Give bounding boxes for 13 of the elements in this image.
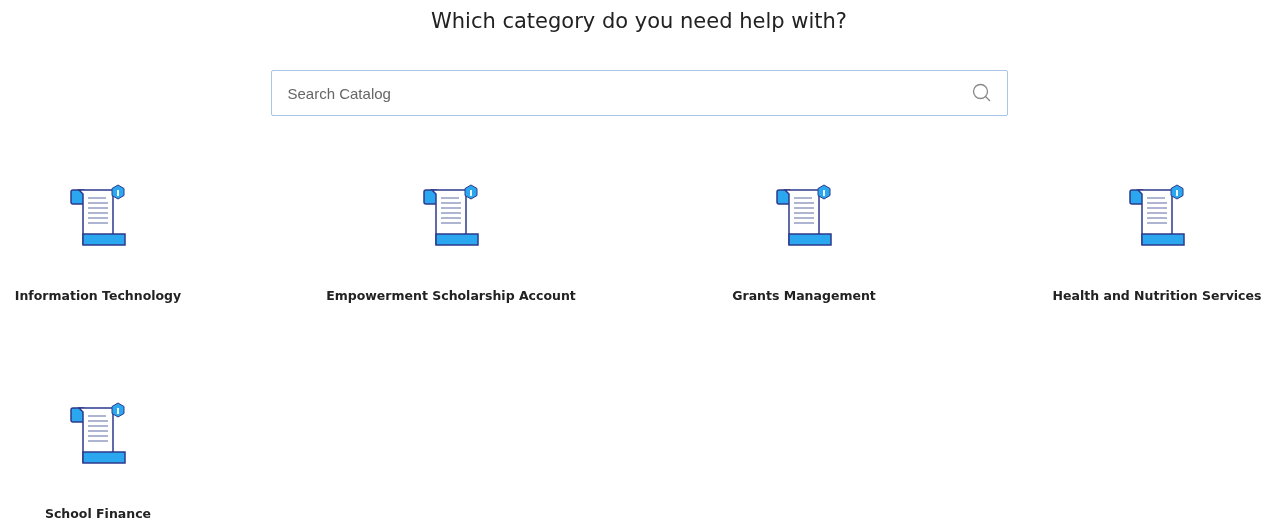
page-heading: Which category do you need help with? (431, 8, 847, 35)
category-link[interactable]: Empowerment Scholarship Account (326, 288, 576, 303)
document-icon[interactable] (69, 184, 127, 248)
category-link[interactable]: Health and Nutrition Services (1052, 288, 1262, 303)
category-link[interactable]: Grants Management (732, 288, 876, 303)
document-icon[interactable] (775, 184, 833, 248)
document-icon[interactable] (69, 402, 127, 466)
search-icon[interactable] (971, 83, 992, 103)
category-link[interactable]: School Finance (44, 506, 152, 521)
document-icon[interactable] (1128, 184, 1186, 248)
document-icon[interactable] (422, 184, 480, 248)
category-link[interactable]: Information Technology (14, 288, 182, 303)
search-field[interactable]: Search Catalog (270, 70, 1008, 116)
